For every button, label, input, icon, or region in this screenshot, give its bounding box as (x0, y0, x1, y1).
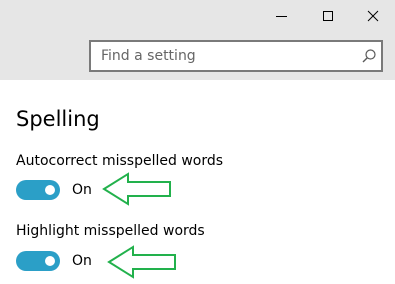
highlight-toggle[interactable] (16, 251, 60, 271)
highlight-state: On (72, 253, 92, 269)
autocorrect-toggle[interactable] (16, 180, 60, 200)
minimize-icon (276, 16, 287, 17)
left-arrow-icon (107, 245, 176, 279)
toggle-knob (45, 256, 55, 266)
title-bar (0, 0, 395, 80)
highlight-label: Highlight misspelled words (16, 223, 205, 239)
search-icon[interactable] (361, 48, 377, 64)
toggle-knob (45, 185, 55, 195)
close-button[interactable] (350, 0, 395, 32)
autocorrect-label: Autocorrect misspelled words (16, 153, 224, 169)
minimize-button[interactable] (259, 0, 304, 32)
left-arrow-icon (102, 172, 171, 206)
search-box[interactable] (89, 40, 383, 72)
maximize-button[interactable] (305, 0, 350, 32)
autocorrect-state: On (72, 182, 92, 198)
maximize-icon (323, 11, 333, 21)
search-input[interactable] (91, 42, 351, 70)
page-title: Spelling (16, 107, 100, 131)
close-icon (367, 10, 379, 22)
